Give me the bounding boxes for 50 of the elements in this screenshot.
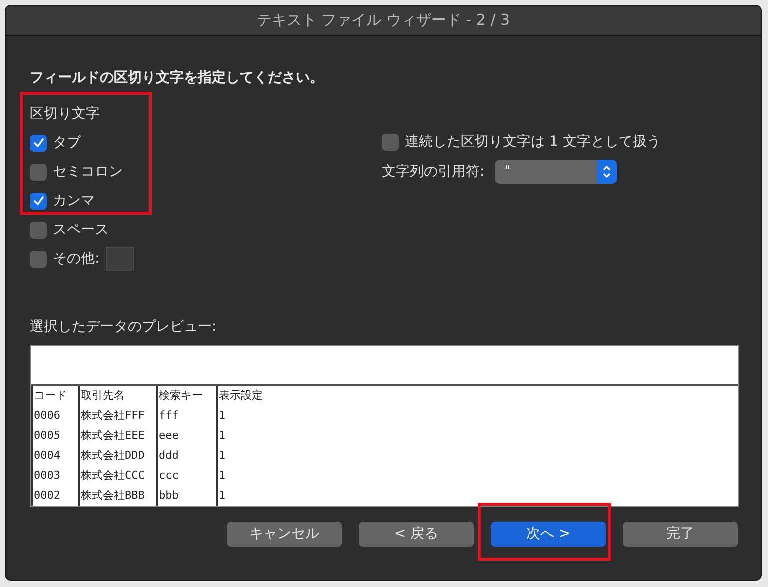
checkmark-icon bbox=[32, 195, 44, 207]
table-cell-text: eee bbox=[159, 428, 179, 444]
column-header: 取引先名 bbox=[81, 388, 125, 404]
table-cell-text: 1 bbox=[219, 468, 226, 484]
table-cell-text: bbb bbox=[159, 488, 179, 504]
window-title: テキスト ファイル ウィザード - 2 / 3 bbox=[256, 10, 510, 32]
table-cell-text: 1 bbox=[219, 448, 226, 464]
table-cell-text: 1 bbox=[219, 488, 226, 504]
table-cell-text: ddd bbox=[159, 448, 179, 464]
table-cell-text: 株式会社CCC bbox=[81, 468, 145, 484]
table-cell-text: 0002 bbox=[34, 488, 60, 504]
table-cell-text: 1 bbox=[219, 408, 226, 424]
dialog-button[interactable]: < 戻る bbox=[359, 522, 474, 547]
checkbox[interactable] bbox=[30, 250, 47, 268]
column-header: 検索キー bbox=[159, 388, 203, 404]
checkbox-label: 連続した区切り文字は 1 文字として扱う bbox=[405, 132, 661, 152]
table-cell-text: 株式会社EEE bbox=[81, 428, 145, 444]
dialog-button[interactable]: 次へ > bbox=[491, 522, 606, 547]
preview-label: 選択したデータのプレビュー: bbox=[30, 318, 218, 337]
table-cell-text: 株式会社FFF bbox=[81, 408, 145, 424]
table-cell-text: 0004 bbox=[34, 448, 60, 464]
checkbox[interactable] bbox=[382, 134, 399, 150]
checkbox[interactable] bbox=[30, 134, 47, 152]
table-cell-text: 0005 bbox=[34, 428, 60, 444]
checkbox[interactable] bbox=[30, 222, 47, 238]
table-cell-text: 0006 bbox=[34, 408, 60, 424]
checkbox[interactable] bbox=[30, 192, 47, 210]
checkbox-label: スペース bbox=[53, 220, 109, 240]
checkmark-icon bbox=[32, 137, 44, 149]
checkbox-label: カンマ bbox=[53, 192, 95, 210]
checkbox[interactable] bbox=[30, 164, 47, 180]
field-label: 文字列の引用符: bbox=[382, 162, 485, 182]
checkbox-label: タブ bbox=[53, 134, 81, 152]
group-label: 区切り文字 bbox=[30, 105, 101, 124]
table-cell-text: 0003 bbox=[34, 468, 60, 484]
quote-select[interactable]: " bbox=[494, 160, 617, 184]
instruction-text: フィールドの区切り文字を指定してください。 bbox=[30, 68, 325, 88]
stepper-icon bbox=[602, 164, 612, 180]
checkbox-label: セミコロン bbox=[53, 162, 123, 182]
checkbox-label: その他: bbox=[53, 250, 100, 268]
dialog-button[interactable]: キャンセル bbox=[227, 522, 342, 547]
table-cell-text: 株式会社DDD bbox=[81, 448, 145, 464]
table-cell-text: 株式会社BBB bbox=[81, 488, 145, 504]
table-cell-text: ccc bbox=[159, 468, 179, 484]
table-cell-text: 1 bbox=[219, 428, 226, 444]
dialog-button[interactable]: 完了 bbox=[623, 522, 738, 547]
input-field[interactable] bbox=[106, 247, 134, 271]
column-header: コード bbox=[34, 388, 67, 404]
table-cell-text: fff bbox=[159, 408, 179, 424]
column-header: 表示設定 bbox=[219, 388, 263, 404]
